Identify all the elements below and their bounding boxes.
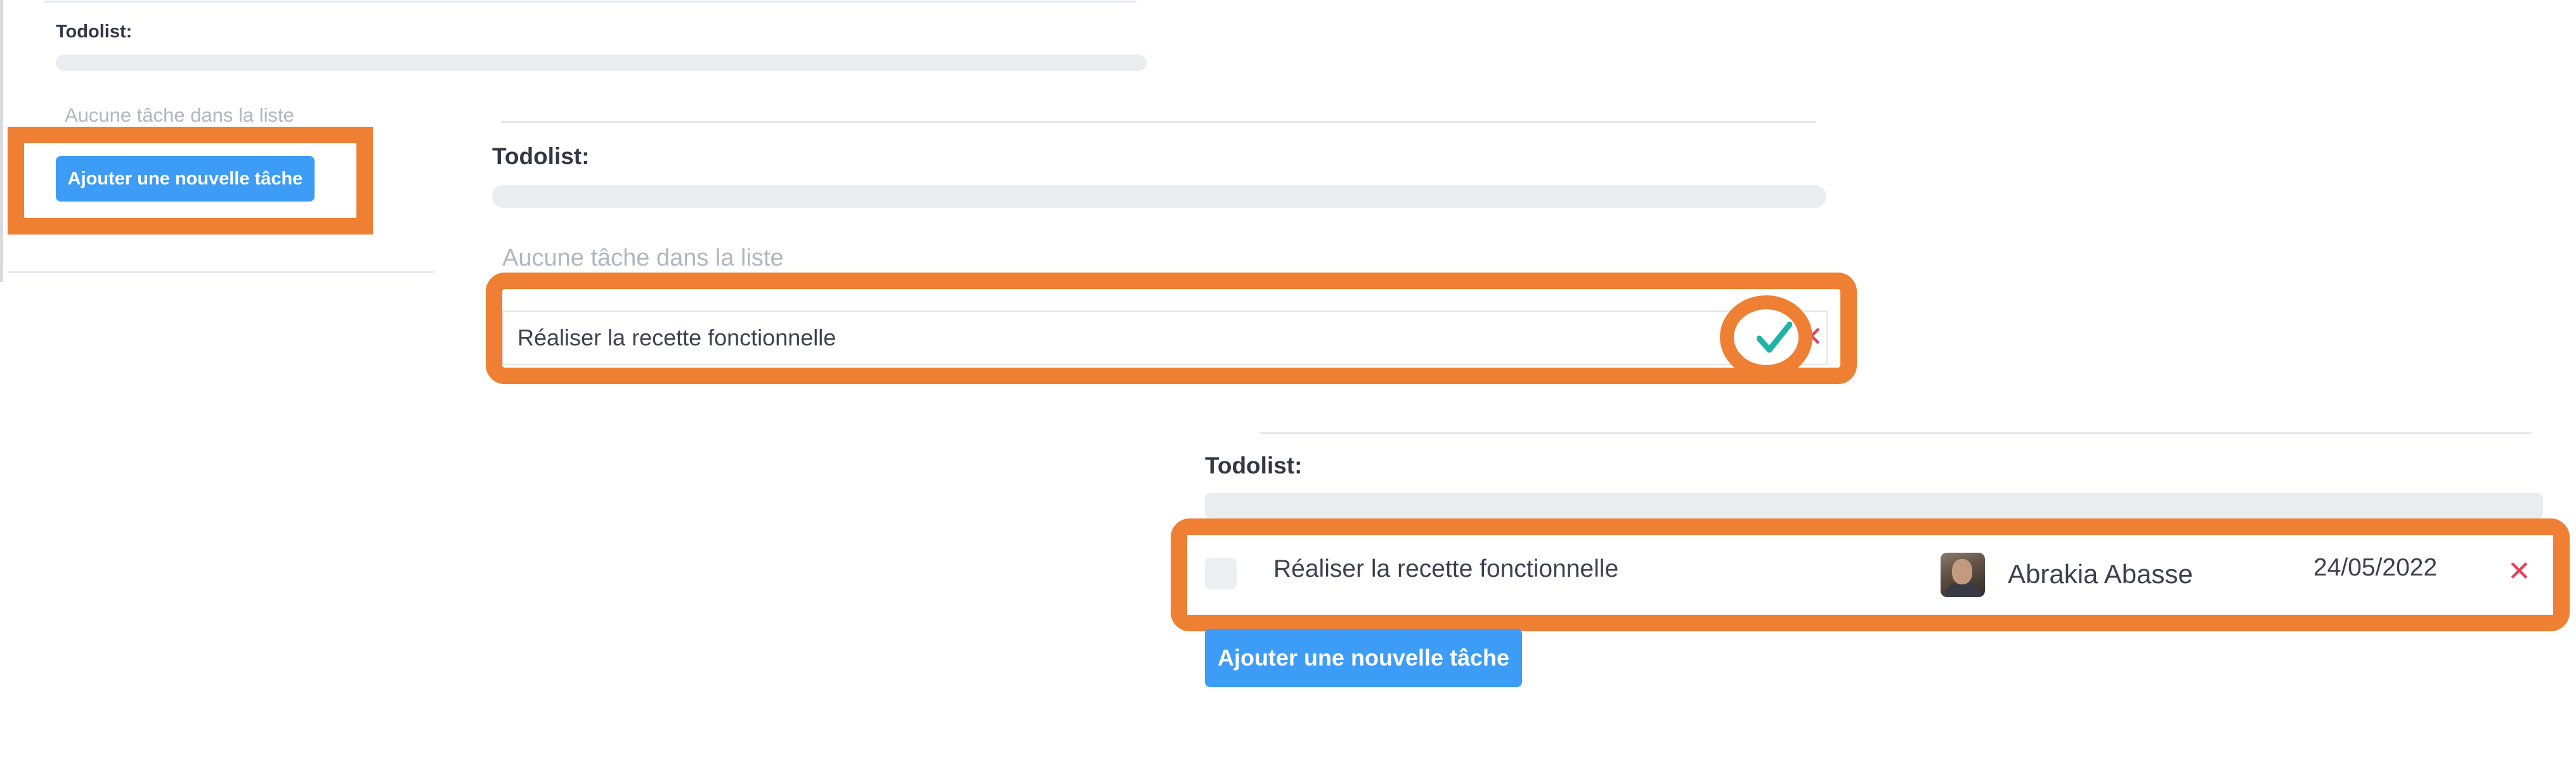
assignee-name: Abrakia Abasse: [2008, 559, 2193, 589]
panel3-progress-bar: [1205, 493, 2543, 518]
panel2-top-divider: [501, 121, 1816, 123]
task-date: 24/05/2022: [2313, 554, 2438, 581]
panel2-progress-bar: [492, 185, 1826, 208]
panel1-add-task-button[interactable]: Ajouter une nouvelle tâche: [56, 156, 315, 202]
new-task-input-value: Réaliser la recette fonctionnelle: [517, 325, 836, 351]
assignee-avatar: [1941, 553, 1985, 597]
panel1-todolist-title: Todolist:: [56, 22, 133, 42]
panel1-bottom-divider: [8, 271, 434, 273]
panel1-empty-message: Aucune tâche dans la liste: [65, 104, 294, 126]
panel-left-border: [0, 0, 3, 282]
check-icon[interactable]: [1757, 318, 1792, 356]
task-done-checkbox[interactable]: [1205, 558, 1237, 589]
new-task-input[interactable]: Réaliser la recette fonctionnelle: [502, 311, 1828, 365]
panel3-add-task-button[interactable]: Ajouter une nouvelle tâche: [1205, 629, 1522, 687]
delete-task-icon[interactable]: ✕: [2508, 555, 2531, 588]
task-label: Réaliser la recette fonctionnelle: [1273, 555, 1619, 582]
panel2-todolist-title: Todolist:: [492, 143, 590, 169]
panel2-empty-message: Aucune tâche dans la liste: [502, 245, 784, 271]
panel3-todolist-title: Todolist:: [1205, 453, 1303, 479]
panel1-top-divider: [44, 1, 1136, 3]
panel1-progress-bar: [56, 55, 1147, 71]
panel3-top-divider: [1259, 432, 2532, 434]
